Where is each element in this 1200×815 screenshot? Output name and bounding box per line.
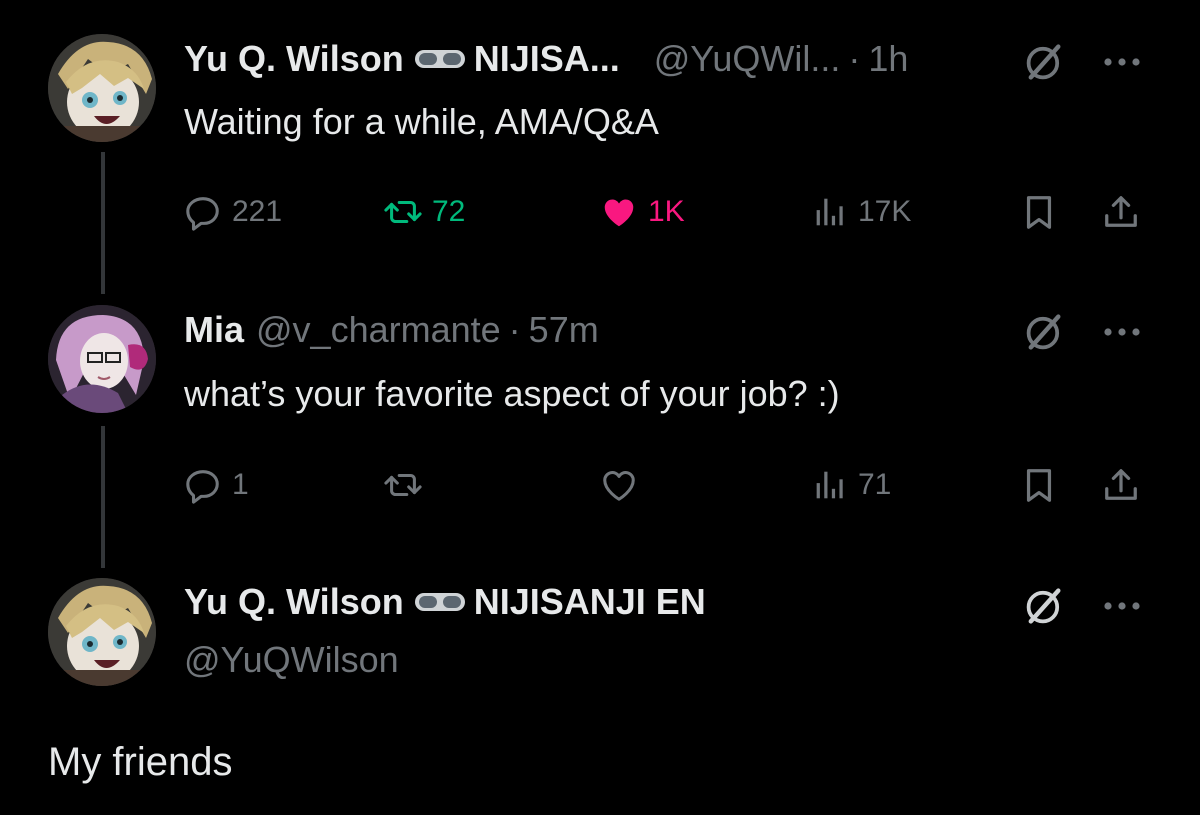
tweet1-actions: 221 72 1K 17K <box>184 187 1154 237</box>
like-button[interactable] <box>600 460 638 510</box>
like-button[interactable]: 1K <box>600 187 685 237</box>
grok-icon[interactable] <box>1022 310 1066 354</box>
tweet2-sep: · <box>508 309 521 350</box>
goggles-icon <box>414 590 466 614</box>
retweet-icon <box>384 193 422 231</box>
share-icon <box>1102 466 1140 504</box>
avatar-yu[interactable] <box>48 578 156 686</box>
bookmark-icon <box>1020 466 1058 504</box>
goggles-icon <box>414 47 466 71</box>
tweet2-handle[interactable]: @v_charmante <box>256 308 501 352</box>
tweet2-text: what’s your favorite aspect of your job?… <box>184 373 840 414</box>
tweet1-author[interactable]: Yu Q. Wilson <box>184 37 404 81</box>
share-icon <box>1102 193 1140 231</box>
tweet1-handle[interactable]: @YuQWil... <box>654 37 841 81</box>
share-button[interactable] <box>1102 187 1140 237</box>
views-button[interactable]: 17K <box>810 187 911 237</box>
tweet1-sep: · <box>848 38 861 79</box>
more-icon[interactable] <box>1102 56 1142 68</box>
avatar-yu[interactable] <box>48 34 156 142</box>
tweet2-time[interactable]: 57m <box>529 308 599 352</box>
tweet3-header: Yu Q. Wilson NIJISANJI EN <box>184 580 706 624</box>
tweet3-handle-row: @YuQWilson <box>184 638 399 682</box>
views-count: 17K <box>858 195 912 228</box>
bookmark-button[interactable] <box>1020 460 1058 510</box>
views-count: 71 <box>858 468 892 501</box>
tweet3-handle[interactable]: @YuQWilson <box>184 638 399 682</box>
heart-icon <box>600 466 638 504</box>
tweet1-header: Yu Q. Wilson NIJISA... @YuQWil... · 1h <box>184 37 908 81</box>
tweet3-author[interactable]: Yu Q. Wilson <box>184 580 404 624</box>
reply-count: 1 <box>232 468 249 501</box>
retweet-count: 72 <box>432 195 466 228</box>
more-icon[interactable] <box>1102 600 1142 612</box>
tweet2-header: Mia @v_charmante · 57m <box>184 308 599 352</box>
reply-icon <box>184 466 222 504</box>
retweet-button[interactable]: 72 <box>384 187 465 237</box>
views-icon <box>810 193 848 231</box>
tweet3-text: My friends <box>48 740 233 784</box>
tweet1-top-actions <box>1022 40 1142 84</box>
tweet1-text: Waiting for a while, AMA/Q&A <box>184 101 659 142</box>
thread-line-1 <box>101 152 105 294</box>
thread-line-2 <box>101 426 105 568</box>
retweet-button[interactable] <box>384 460 422 510</box>
share-button[interactable] <box>1102 460 1140 510</box>
tweet1-time[interactable]: 1h <box>868 37 908 81</box>
tweet2-author[interactable]: Mia <box>184 308 244 352</box>
views-button[interactable]: 71 <box>810 460 891 510</box>
tweet3-affiliation[interactable]: NIJISANJI EN <box>474 580 706 624</box>
more-icon[interactable] <box>1102 326 1142 338</box>
like-count: 1K <box>648 195 685 228</box>
bookmark-button[interactable] <box>1020 187 1058 237</box>
bookmark-icon <box>1020 193 1058 231</box>
reply-button[interactable]: 1 <box>184 460 249 510</box>
views-icon <box>810 466 848 504</box>
heart-icon <box>600 193 638 231</box>
grok-icon[interactable] <box>1022 584 1066 628</box>
avatar-mia[interactable] <box>48 305 156 413</box>
tweet1-affiliation[interactable]: NIJISA... <box>474 37 620 81</box>
retweet-icon <box>384 466 422 504</box>
tweet2-actions: 1 71 <box>184 460 1154 510</box>
tweet2-top-actions <box>1022 310 1142 354</box>
tweet3-top-actions <box>1022 584 1142 628</box>
reply-count: 221 <box>232 195 283 228</box>
grok-icon[interactable] <box>1022 40 1066 84</box>
reply-button[interactable]: 221 <box>184 187 282 237</box>
reply-icon <box>184 193 222 231</box>
